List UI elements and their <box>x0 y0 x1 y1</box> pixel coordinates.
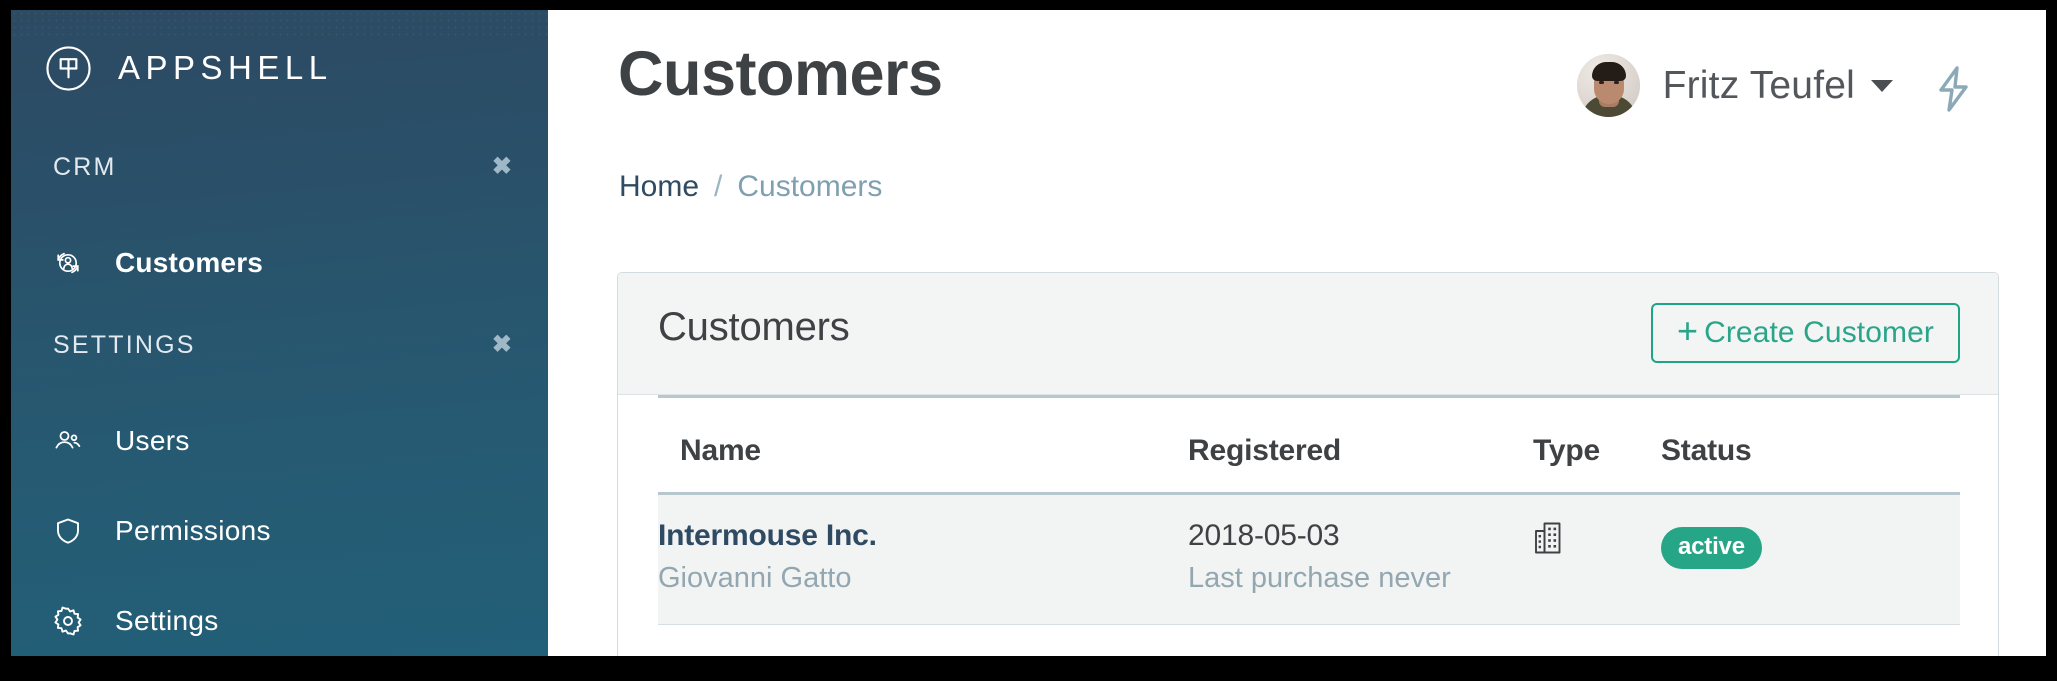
cell-status: active <box>1661 493 1960 626</box>
card-header: Customers + Create Customer <box>618 273 1998 395</box>
card-title: Customers <box>658 305 850 349</box>
close-icon[interactable]: ✖ <box>492 155 512 179</box>
sidebar-section-crm: CRM ✖ <box>11 144 548 190</box>
customers-table: Name Registered Type Status Intermouse I… <box>658 395 1960 626</box>
user-menu[interactable]: Fritz Teufel <box>1576 54 1893 117</box>
customer-name[interactable]: Intermouse Inc. <box>658 517 1188 555</box>
user-name: Fritz Teufel <box>1662 63 1855 107</box>
gear-icon <box>51 604 85 638</box>
screenshot-frame: APPSHELL CRM ✖ Customers SETTINGS ✖ User… <box>0 0 2057 681</box>
card-body: Name Registered Type Status Intermouse I… <box>618 395 1998 626</box>
table-header: Name Registered Type Status <box>658 395 1960 495</box>
breadcrumb: Home / Customers <box>619 170 882 204</box>
last-purchase: Last purchase never <box>1188 562 1451 595</box>
sidebar: APPSHELL CRM ✖ Customers SETTINGS ✖ User… <box>11 10 548 656</box>
brand-logo-block[interactable]: APPSHELL <box>11 30 548 106</box>
breadcrumb-current: Customers <box>737 170 883 203</box>
building-icon <box>1533 521 1661 555</box>
main-content: Customers Fritz Teufel Home / Customers … <box>548 10 2046 656</box>
sidebar-item-label: Settings <box>115 605 219 636</box>
sidebar-item-customers[interactable]: Customers <box>11 232 548 294</box>
create-customer-label: Create Customer <box>1704 316 1934 349</box>
cell-type <box>1533 493 1661 626</box>
page-title: Customers <box>618 39 943 109</box>
table-header-row: Name Registered Type Status <box>658 395 1960 495</box>
lightning-bolt-icon[interactable] <box>1934 65 1974 113</box>
sidebar-section-settings: SETTINGS ✖ <box>11 322 548 368</box>
gearshift-circle-logo-icon <box>45 45 92 92</box>
sidebar-section-title-settings: SETTINGS <box>53 330 196 359</box>
close-icon[interactable]: ✖ <box>492 333 512 357</box>
breadcrumb-separator: / <box>714 170 723 203</box>
table-row[interactable]: Intermouse Inc. Giovanni Gatto 2018-05-0… <box>658 493 1960 626</box>
users-icon <box>51 424 85 458</box>
create-customer-button[interactable]: + Create Customer <box>1650 303 1960 363</box>
app-viewport: APPSHELL CRM ✖ Customers SETTINGS ✖ User… <box>11 10 2046 656</box>
sidebar-item-label: Permissions <box>115 515 271 546</box>
breadcrumb-home[interactable]: Home <box>619 170 699 204</box>
sidebar-item-label: Customers <box>115 247 264 278</box>
column-header-status[interactable]: Status <box>1661 395 1960 495</box>
table-body: Intermouse Inc. Giovanni Gatto 2018-05-0… <box>658 493 1960 626</box>
avatar <box>1576 54 1640 117</box>
shield-icon <box>51 514 85 548</box>
cell-name: Intermouse Inc. Giovanni Gatto <box>658 493 1188 626</box>
customers-card: Customers + Create Customer Name Registe… <box>617 272 1999 656</box>
brand-name: APPSHELL <box>118 49 333 86</box>
chevron-down-icon <box>1871 79 1893 92</box>
sidebar-section-title-crm: CRM <box>53 152 117 181</box>
registered-date: 2018-05-03 <box>1188 519 1340 552</box>
column-header-type[interactable]: Type <box>1533 395 1661 495</box>
sidebar-item-permissions[interactable]: Permissions <box>11 500 548 562</box>
status-badge: active <box>1661 527 1762 569</box>
cell-registered: 2018-05-03 Last purchase never <box>1188 493 1533 626</box>
sidebar-item-label: Users <box>115 425 190 456</box>
sidebar-item-settings[interactable]: Settings <box>11 590 548 652</box>
sidebar-item-users[interactable]: Users <box>11 410 548 472</box>
customer-account-icon <box>51 246 85 280</box>
customer-contact: Giovanni Gatto <box>658 562 852 595</box>
column-header-registered[interactable]: Registered <box>1188 395 1533 495</box>
column-header-name[interactable]: Name <box>658 395 1188 495</box>
plus-icon: + <box>1676 310 1699 351</box>
